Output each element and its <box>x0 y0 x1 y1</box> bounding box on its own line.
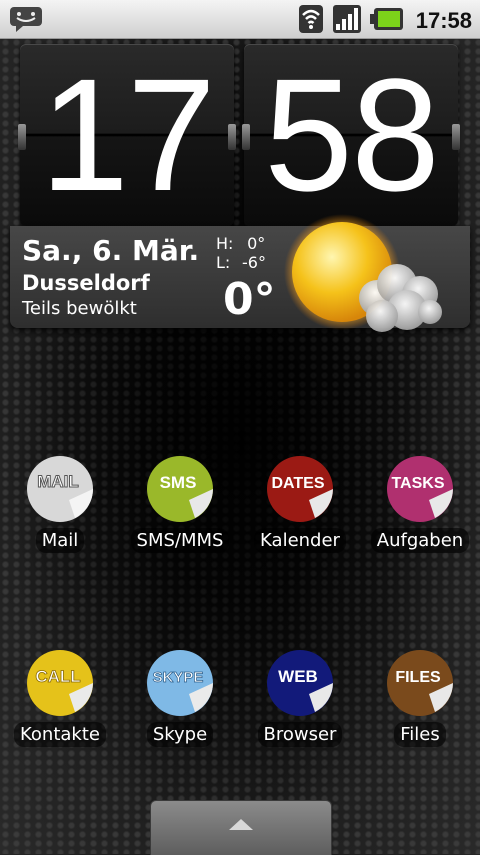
svg-text:TASKS: TASKS <box>391 475 444 492</box>
web-icon: WEB <box>265 648 335 718</box>
app-drawer-handle[interactable] <box>150 800 332 855</box>
weather-high-low: H: 0° L: -6° <box>216 234 266 272</box>
weather-date: Sa., 6. Mär. <box>22 234 200 267</box>
app-label: Kontakte <box>14 722 106 747</box>
weather-condition: Teils bewölkt <box>22 298 137 319</box>
app-label: Files <box>394 722 446 747</box>
svg-text:MAIL: MAIL <box>37 472 79 491</box>
clock-hinge-left <box>18 124 26 150</box>
weather-temperature: 0° <box>223 274 276 325</box>
app-tasks[interactable]: TASKS Aufgaben <box>362 454 478 553</box>
svg-text:DATES: DATES <box>271 475 324 492</box>
low-label: L: <box>216 253 231 272</box>
app-browser[interactable]: WEB Browser <box>242 648 358 747</box>
svg-text:WEB: WEB <box>278 667 318 686</box>
calendar-icon: DATES <box>265 454 335 524</box>
clock-hours-card[interactable]: 17 <box>18 44 236 226</box>
files-icon: FILES <box>385 648 455 718</box>
status-time: 17:58 <box>415 8 472 33</box>
app-label: Kalender <box>254 528 346 553</box>
app-mail[interactable]: MAIL Mail <box>2 454 118 553</box>
tasks-icon: TASKS <box>385 454 455 524</box>
battery-icon <box>369 7 404 35</box>
app-contacts[interactable]: CALL Kontakte <box>2 648 118 747</box>
svg-text:FILES: FILES <box>395 669 441 686</box>
clock-minutes: 58 <box>264 45 440 224</box>
app-label: SMS/MMS <box>130 528 230 553</box>
app-skype[interactable]: SKYPE Skype <box>122 648 238 747</box>
clock-hours: 17 <box>40 45 216 224</box>
high-label: H: <box>216 234 234 253</box>
chevron-up-icon <box>229 819 253 830</box>
sms-icon: SMS <box>145 454 215 524</box>
app-label: Skype <box>146 722 214 747</box>
svg-text:SKYPE: SKYPE <box>153 669 204 686</box>
low-value: -6° <box>242 253 266 272</box>
app-label: Aufgaben <box>370 528 470 553</box>
app-calendar[interactable]: DATES Kalender <box>242 454 358 553</box>
app-label: Mail <box>35 528 85 553</box>
skype-icon: SKYPE <box>145 648 215 718</box>
call-icon: CALL <box>25 648 95 718</box>
svg-text:SMS: SMS <box>160 473 197 492</box>
clock-hinge-right <box>228 124 236 150</box>
clock-minutes-card[interactable]: 58 <box>242 44 460 226</box>
app-files[interactable]: FILES Files <box>362 648 478 747</box>
status-bar[interactable]: 17:58 <box>0 0 480 39</box>
partly-cloudy-icon <box>272 210 452 354</box>
wifi-icon <box>298 4 324 38</box>
signal-icon <box>332 4 362 38</box>
app-label: Browser <box>257 722 343 747</box>
app-sms[interactable]: SMS SMS/MMS <box>122 454 238 553</box>
clock-hinge-left <box>242 124 250 150</box>
notification-chat-icon[interactable] <box>8 5 44 37</box>
svg-text:CALL: CALL <box>35 667 80 686</box>
high-value: 0° <box>247 234 266 253</box>
mail-icon: MAIL <box>25 454 95 524</box>
clock-hinge-right <box>452 124 460 150</box>
weather-city: Dusseldorf <box>22 271 150 295</box>
